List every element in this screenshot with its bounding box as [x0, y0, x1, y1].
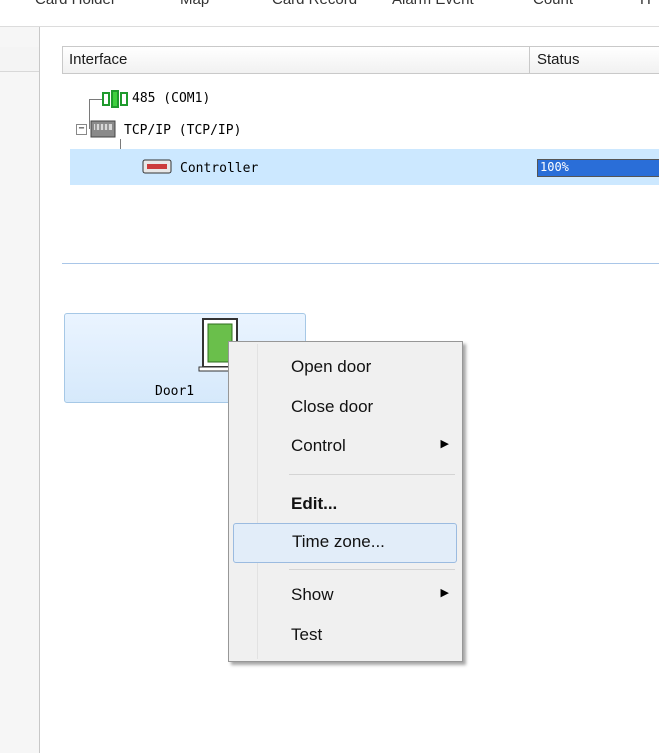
- serial-port-icon: [102, 90, 128, 108]
- pane-divider[interactable]: [62, 263, 659, 264]
- menu-item-label: Edit...: [291, 494, 338, 513]
- menu-count[interactable]: Count: [533, 0, 573, 8]
- submenu-arrow-icon: ▶: [440, 438, 449, 450]
- menu-item-edit[interactable]: Edit...: [233, 489, 455, 519]
- door-label: Door1: [155, 384, 195, 399]
- menu-item-label: Open door: [291, 357, 372, 376]
- submenu-arrow-icon: ▶: [440, 587, 449, 599]
- tree-row-com1[interactable]: 485 (COM1): [102, 88, 402, 110]
- column-status[interactable]: Status: [537, 51, 580, 68]
- menu-item-label: Test: [291, 625, 323, 644]
- network-icon: [90, 120, 116, 138]
- controller-progress-bar: 100%: [537, 159, 659, 177]
- menu-item-close-door[interactable]: Close door: [233, 392, 455, 422]
- left-panel: [0, 27, 40, 753]
- tree-label-com1: 485 (COM1): [132, 91, 211, 106]
- tree-line: [89, 99, 103, 100]
- context-menu: Open door Close door Control ▶ Edit... T…: [228, 341, 463, 662]
- controller-icon: [142, 159, 172, 174]
- menu-item-label: Close door: [291, 397, 374, 416]
- menu-item-show[interactable]: Show ▶: [233, 580, 455, 610]
- column-interface[interactable]: Interface: [69, 51, 127, 68]
- tree-label-tcpip: TCP/IP (TCP/IP): [124, 123, 242, 138]
- menu-item-open-door[interactable]: Open door: [233, 352, 455, 382]
- device-grid-header: Interface Status: [62, 46, 659, 74]
- menu-item-label: Time zone...: [292, 532, 385, 551]
- left-panel-header: [0, 47, 39, 72]
- menu-item-label: Show: [291, 585, 334, 604]
- menu-more[interactable]: H: [640, 0, 651, 8]
- menu-bar: Card Holder Map Card Record Alarm Event …: [0, 0, 659, 27]
- menu-card-record[interactable]: Card Record: [272, 0, 357, 8]
- menu-card-holder[interactable]: Card Holder: [35, 0, 116, 8]
- menu-map[interactable]: Map: [180, 0, 209, 8]
- menu-item-control[interactable]: Control ▶: [233, 431, 455, 461]
- menu-item-label: Control: [291, 436, 346, 455]
- tree-row-tcpip[interactable]: − TCP/IP (TCP/IP): [76, 119, 396, 141]
- menu-item-time-zone[interactable]: Time zone...: [233, 523, 457, 563]
- menu-alarm-event[interactable]: Alarm Event: [392, 0, 474, 8]
- tree-label-controller: Controller: [180, 161, 259, 176]
- menu-item-test[interactable]: Test: [233, 620, 455, 650]
- collapse-icon[interactable]: −: [76, 124, 87, 135]
- progress-text: 100%: [540, 160, 569, 174]
